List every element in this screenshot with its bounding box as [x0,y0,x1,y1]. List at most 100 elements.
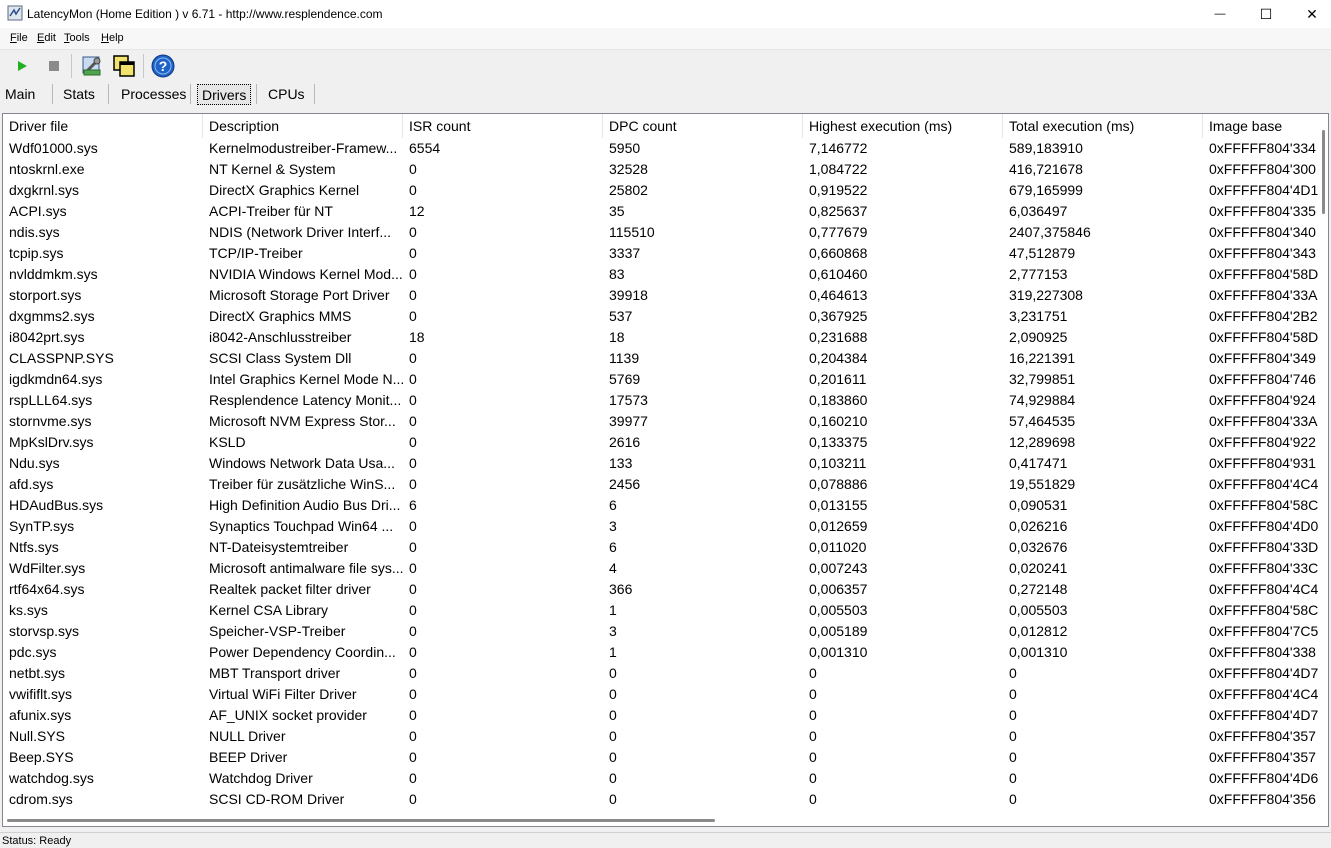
table-row[interactable]: Beep.SYS BEEP Driver 0 0 0 0 0xFFFFF804'357 [3,747,1319,768]
start-button[interactable] [9,53,35,79]
table-row[interactable]: Null.SYS NULL Driver 0 0 0 0 0xFFFFF804'357 [3,726,1319,747]
table-row[interactable]: nvlddmkm.sys NVIDIA Windows Kernel Mod...… [3,264,1319,285]
toolbar: ? [0,50,1331,82]
maximize-button[interactable]: ☐ [1243,0,1289,28]
tab-drivers[interactable]: Drivers [197,84,252,105]
table-cell: 6 [609,539,617,555]
table-row[interactable]: ACPI.sys ACPI-Treiber für NT 12 35 0,825637 6… [3,201,1319,222]
column-header-label: Total execution (ms) [1009,118,1135,134]
tab-cpus[interactable]: CPUs [264,82,309,106]
column-header-dpc-count[interactable]: DPC count [603,114,803,138]
column-header-driver-file[interactable]: Driver file [3,114,203,138]
menu-help[interactable]: Help [101,32,124,44]
column-header-description[interactable]: Description [203,114,403,138]
column-header-total-execution[interactable]: Total execution (ms) [1003,114,1203,138]
table-cell: 0,367925 [809,308,868,324]
table-row[interactable]: HDAudBus.sys High Definition Audio Bus Dr… [3,495,1319,516]
tab-stats-label: Stats [63,86,95,102]
menu-tools-label: ools [69,32,90,44]
table-row[interactable]: tcpip.sys TCP/IP-Treiber 0 3337 0,660868 47,5… [3,243,1319,264]
menu-tools[interactable]: Tools [64,32,90,44]
stop-button[interactable] [41,53,67,79]
minimize-button[interactable]: — [1197,0,1243,28]
tab-main[interactable]: Main [1,82,39,106]
table-row[interactable]: afd.sys Treiber für zusätzliche WinS... 0 2… [3,474,1319,495]
tab-stats[interactable]: Stats [59,82,99,106]
table-cell: 47,512879 [1009,245,1076,261]
table-row[interactable]: ntoskrnl.exe NT Kernel & System 0 32528 1,08… [3,159,1319,180]
column-header-label: Highest execution (ms) [809,118,953,134]
table-cell: WdFilter.sys [9,560,86,576]
table-cell: 0 [409,413,417,429]
table-cell: 4 [609,560,617,576]
table-cell: nvlddmkm.sys [9,266,98,282]
table-row[interactable]: rspLLL64.sys Resplendence Latency Monit..… [3,390,1319,411]
table-row[interactable]: SynTP.sys Synaptics Touchpad Win64 ... 0 3 0… [3,516,1319,537]
table-cell: Wdf01000.sys [9,140,98,156]
table-cell: 5769 [609,371,641,387]
table-cell: 0 [409,476,417,492]
table-row[interactable]: igdkmdn64.sys Intel Graphics Kernel Mode … [3,369,1319,390]
table-cell: 7,146772 [809,140,868,156]
menu-bar: File Edit Tools Help [0,28,1331,50]
column-header-isr-count[interactable]: ISR count [403,114,603,138]
table-cell: 0 [409,434,417,450]
table-row[interactable]: i8042prt.sys i8042-Anschlusstreiber 18 18 0,… [3,327,1319,348]
table-cell: 0,007243 [809,560,868,576]
table-row[interactable]: Wdf01000.sys Kernelmodustreiber-Framew...… [3,138,1319,159]
tab-processes[interactable]: Processes [117,82,190,106]
table-row[interactable]: afunix.sys AF_UNIX socket provider 0 0 0 0 0xF… [3,705,1319,726]
table-cell: Power Dependency Coordin... [209,644,396,660]
table-row[interactable]: Ndu.sys Windows Network Data Usa... 0 133 0,… [3,453,1319,474]
menu-edit[interactable]: Edit [37,32,56,44]
table-cell: High Definition Audio Bus Dri... [209,497,401,513]
table-row[interactable]: dxgmms2.sys DirectX Graphics MMS 0 537 0,367… [3,306,1319,327]
table-cell: 0,012659 [809,518,868,534]
table-row[interactable]: netbt.sys MBT Transport driver 0 0 0 0 0xFFFFF… [3,663,1319,684]
table-row[interactable]: WdFilter.sys Microsoft antimalware file s… [3,558,1319,579]
table-row[interactable]: MpKslDrv.sys KSLD 0 2616 0,133375 12,289698 0x… [3,432,1319,453]
close-button[interactable]: ✕ [1289,0,1331,28]
table-cell: 0xFFFFF804'58D [1209,329,1319,345]
table-row[interactable]: stornvme.sys Microsoft NVM Express Stor..… [3,411,1319,432]
table-row[interactable]: storvsp.sys Speicher-VSP-Treiber 0 3 0,00518… [3,621,1319,642]
column-header-label: Description [209,118,280,134]
vertical-scroll-thumb[interactable] [1322,130,1325,214]
help-button[interactable]: ? [150,53,176,79]
tab-separator [190,84,191,104]
table-row[interactable]: watchdog.sys Watchdog Driver 0 0 0 0 0xFFFFF80… [3,768,1319,789]
column-header-label: Driver file [9,118,69,134]
table-cell: 19,551829 [1009,476,1076,492]
table-row[interactable]: CLASSPNP.SYS SCSI Class System Dll 0 1139 0,… [3,348,1319,369]
table-row[interactable]: Ntfs.sys NT-Dateisystemtreiber 0 6 0,011020 0… [3,537,1319,558]
horizontal-scrollbar[interactable] [3,814,1319,826]
menu-file[interactable]: File [10,32,28,44]
table-row[interactable]: rtf64x64.sys Realtek packet filter driver… [3,579,1319,600]
table-cell: 0,919522 [809,182,868,198]
table-row[interactable]: vwififlt.sys Virtual WiFi Filter Driver 0 0… [3,684,1319,705]
menu-help-label: elp [108,32,124,44]
horizontal-scroll-thumb[interactable] [7,819,715,822]
column-header-highest-execution[interactable]: Highest execution (ms) [803,114,1003,138]
table-row[interactable]: ndis.sys NDIS (Network Driver Interf... 0 1… [3,222,1319,243]
table-cell: 0 [409,728,417,744]
table-cell: 0,103211 [809,455,867,471]
table-cell: 0 [809,791,817,807]
vertical-scrollbar[interactable] [1319,114,1328,814]
table-row[interactable]: pdc.sys Power Dependency Coordin... 0 1 0,00… [3,642,1319,663]
table-row[interactable]: storport.sys Microsoft Storage Port Drive… [3,285,1319,306]
table-row[interactable]: dxgkrnl.sys DirectX Graphics Kernel 0 25802… [3,180,1319,201]
tab-separator [256,84,257,104]
table-row[interactable]: ks.sys Kernel CSA Library 0 1 0,005503 0,0055… [3,600,1319,621]
window-button[interactable] [111,53,137,79]
table-cell: 2,090925 [1009,329,1068,345]
table-cell: NULL Driver [209,728,286,744]
table-cell: 0xFFFFF804'33A [1209,413,1318,429]
table-row[interactable]: cdrom.sys SCSI CD-ROM Driver 0 0 0 0 0xFFFFF80… [3,789,1319,810]
table-cell: 0xFFFFF804'349 [1209,350,1316,366]
table-cell: 0 [609,707,617,723]
tools-button[interactable] [79,53,105,79]
column-header-image-base[interactable]: Image base [1203,114,1319,138]
table-cell: 12,289698 [1009,434,1076,450]
table-cell: rtf64x64.sys [9,581,85,597]
